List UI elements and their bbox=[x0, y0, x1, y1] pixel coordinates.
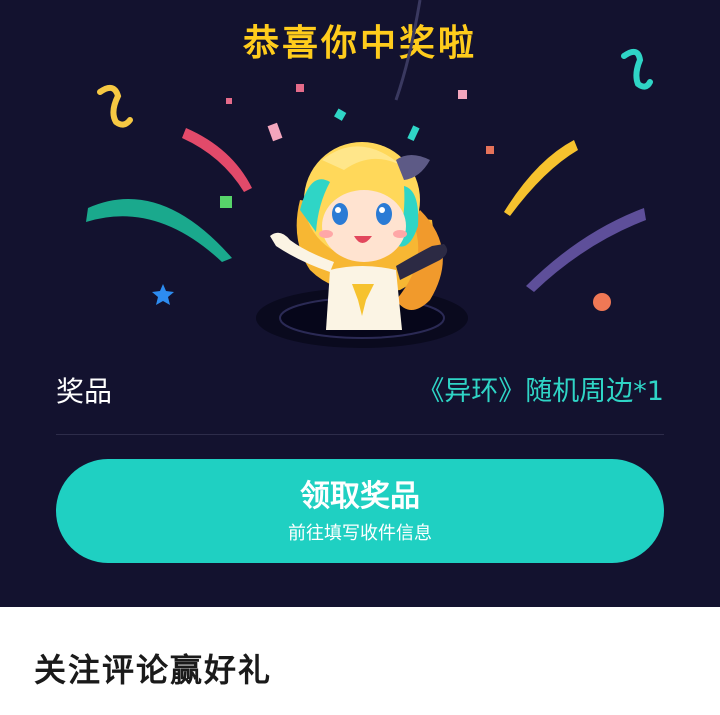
confetti-piece bbox=[296, 84, 304, 92]
section-title: 关注评论赢好礼 bbox=[34, 651, 273, 689]
light-streak bbox=[394, 0, 422, 101]
prize-dialog-panel: 恭喜你中奖啦 奖品 《异环》随机周边*1 领取奖品 前往填写收件信息 bbox=[0, 0, 720, 607]
ribbon-red bbox=[182, 128, 252, 192]
prize-label: 奖品 bbox=[56, 375, 113, 408]
ribbon-green bbox=[86, 199, 232, 262]
confetti-piece bbox=[407, 125, 420, 142]
prize-row: 奖品 《异环》随机周边*1 bbox=[56, 372, 664, 412]
confetti-piece bbox=[226, 98, 232, 104]
divider bbox=[56, 434, 664, 435]
claim-prize-button-sublabel: 前往填写收件信息 bbox=[288, 523, 432, 544]
prize-value: 《异环》随机周边*1 bbox=[417, 376, 664, 407]
confetti-piece bbox=[458, 90, 467, 99]
confetti-piece bbox=[486, 146, 494, 154]
confetti-piece bbox=[267, 122, 283, 142]
ribbon-purple bbox=[526, 208, 646, 292]
confetti-dot bbox=[593, 293, 611, 311]
claim-prize-button-label: 领取奖品 bbox=[300, 479, 420, 514]
ribbon-yellow bbox=[504, 140, 578, 216]
star-icon bbox=[152, 284, 174, 305]
claim-prize-button[interactable]: 领取奖品 前往填写收件信息 bbox=[56, 459, 664, 563]
confetti-squiggle-left bbox=[97, 84, 133, 128]
confetti-piece bbox=[334, 108, 347, 121]
confetti-squiggle-right bbox=[621, 48, 653, 90]
celebration-illustration bbox=[86, 0, 653, 348]
confetti-piece bbox=[220, 196, 232, 208]
